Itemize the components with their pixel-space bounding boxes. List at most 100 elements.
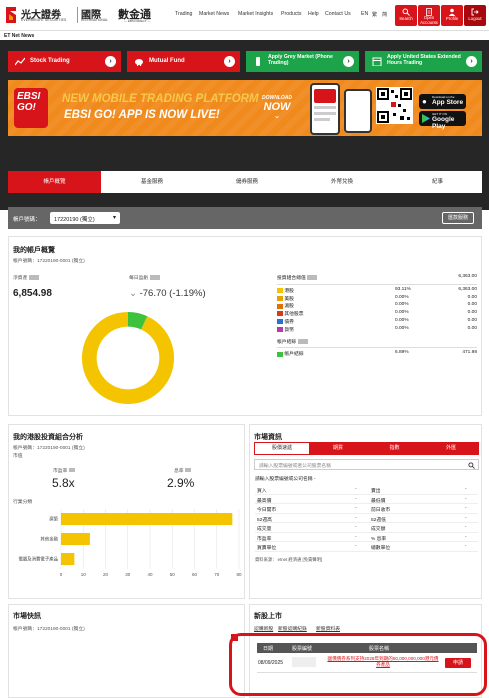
total-assets-label: 淨資產 xyxy=(13,274,39,281)
quote-label: 前日收市 xyxy=(371,508,391,513)
tab-fund-services[interactable]: 基金服務 xyxy=(108,171,196,193)
nav-products[interactable]: Products xyxy=(281,11,301,17)
news-ticker-bar: ET Net News xyxy=(0,30,489,40)
cash-value: 471.98 xyxy=(462,350,477,356)
tab-index[interactable]: 指數 xyxy=(366,442,423,455)
pe-label: 市盈率 xyxy=(53,467,75,474)
quote-row: 最高價 - 最低價 - xyxy=(255,495,478,504)
asset-value: 0.00 xyxy=(467,317,477,323)
asset-pct: 0.00% xyxy=(395,317,409,323)
yield-label: 息率 xyxy=(174,467,191,474)
nav-market-news[interactable]: Market News xyxy=(199,11,229,17)
stock-trading-label: Stock Trading xyxy=(30,58,70,64)
quote-value: - xyxy=(465,506,467,511)
mutual-fund-label: Mutual Fund xyxy=(149,58,185,64)
legend-swatch xyxy=(277,311,283,317)
lang-en[interactable]: EN xyxy=(361,11,368,17)
mutual-fund-button[interactable]: Mutual Fund › xyxy=(127,51,240,72)
market-news-account-line: 帳戶號碼：17220190-0001 (獨立) xyxy=(13,627,85,632)
open-accounts-label: Open Accounts xyxy=(420,15,438,25)
quote-row: 今日開市 - 前日收市 - xyxy=(255,504,478,514)
google-play-icon xyxy=(422,114,430,123)
nav-help[interactable]: Help xyxy=(308,11,319,17)
quote-row: 市盈率 - % 息率 - xyxy=(255,533,478,542)
us-extended-hours-label: Apply United States Extended Hours Tradi… xyxy=(387,54,461,66)
google-play-badge[interactable]: GET IT ON Google Play xyxy=(419,111,466,130)
ipo-link-info[interactable]: 新股資料表 xyxy=(316,625,340,632)
x-tick-label: 30 xyxy=(125,572,131,577)
tab-custody-services[interactable]: 儲券服務 xyxy=(203,171,291,193)
news-ticker-label[interactable]: ET Net News xyxy=(4,33,34,39)
quote-row: 買賣單位 - 總數單位 - xyxy=(255,542,478,552)
quote-label: 成交額 xyxy=(371,527,386,532)
ipo-title: 新股上市 xyxy=(254,613,282,620)
daily-pnl-value: ⌄ -76.70 (-1.19%) xyxy=(129,288,206,299)
arrow-right-icon: › xyxy=(343,56,354,67)
app-store-badge[interactable]: ● Download on the App Store xyxy=(419,94,466,109)
x-tick-label: 0 xyxy=(60,572,63,577)
tab-fx-exchange[interactable]: 外幣兌換 xyxy=(298,171,386,193)
document-icon xyxy=(426,8,432,16)
logout-button[interactable]: Logout xyxy=(464,5,486,26)
quote-value: - xyxy=(465,496,467,502)
grey-market-button[interactable]: Apply Grey Market (Phone Trading) › xyxy=(246,51,359,72)
cash-header-row: 帳戶結餘 xyxy=(277,338,477,346)
asset-value: 6,363.00 xyxy=(458,286,477,292)
logo-intl-subtext: INTERNATIONAL xyxy=(81,18,108,22)
nav-trading[interactable]: Trading xyxy=(175,11,192,17)
calendar-icon xyxy=(372,57,382,66)
ipo-link-subscribe[interactable]: 認購新股 xyxy=(254,625,273,632)
download-now-badge: DOWNLOAD NOW ⌄ xyxy=(262,95,292,120)
open-accounts-button[interactable]: Open Accounts xyxy=(418,5,440,26)
quote-row: 成交量 - 成交額 - xyxy=(255,523,478,533)
search-button[interactable]: Search xyxy=(395,5,417,26)
quote-label: 52週低 xyxy=(371,517,386,523)
user-icon xyxy=(448,8,456,16)
tab-account-overview[interactable]: 帳戶概覽 xyxy=(8,171,101,193)
asset-value: 0.00 xyxy=(467,310,477,316)
bar xyxy=(61,513,233,525)
x-tick-label: 50 xyxy=(170,572,176,577)
overview-account-line: 帳戶號碼：17220190-0001 (獨立) xyxy=(13,259,85,264)
promo-banner[interactable]: EBSI GO! NEW MOBILE TRADING PLATFORM EBS… xyxy=(8,80,482,136)
hk-portfolio-account-line: 帳戶號碼：17220190-0001 (獨立) xyxy=(13,446,85,451)
lang-sc[interactable]: 简 xyxy=(382,11,387,18)
pe-value: 5.8x xyxy=(52,476,75,490)
legend-swatch xyxy=(277,351,283,357)
us-extended-hours-button[interactable]: Apply United States Extended Hours Tradi… xyxy=(365,51,482,72)
stock-trading-button[interactable]: Stock Trading › xyxy=(8,51,121,72)
nav-market-insights[interactable]: Market Insights xyxy=(238,11,273,17)
market-info-title: 市場資訊 xyxy=(254,434,282,441)
quote-value: - xyxy=(465,534,467,540)
dropdown-arrow-icon: ▾ xyxy=(112,215,116,221)
cash-pct: 6.89% xyxy=(395,350,409,356)
overview-title: 我的帳戶概覽 xyxy=(13,247,55,254)
quote-row: 52週高 - 52週低 - xyxy=(255,514,478,523)
ipo-link-records[interactable]: 新股認購紀錄 xyxy=(278,625,307,632)
highlight-outline xyxy=(229,633,487,696)
nav-contact-us[interactable]: Contact Us xyxy=(325,11,351,17)
quote-value: - xyxy=(465,525,467,530)
tab-stock-quote[interactable]: 股價速遞 xyxy=(254,442,310,455)
profile-button[interactable]: Profile xyxy=(441,5,463,26)
arrow-right-icon: › xyxy=(224,56,235,67)
asset-row: 其他股票 0.00% 0.00 xyxy=(277,310,477,318)
logout-icon xyxy=(471,8,479,16)
tab-records[interactable]: 紀事 xyxy=(393,171,482,193)
search-icon[interactable] xyxy=(468,462,475,469)
stock-search-input[interactable]: 請輸入股票編號或者公司股票名稱 xyxy=(254,459,479,470)
quote-label: % 息率 xyxy=(371,536,387,542)
profile-label: Profile xyxy=(445,16,459,21)
asset-name: 滬股 xyxy=(284,304,294,310)
asset-name: 貨幣 xyxy=(284,327,294,333)
bar xyxy=(61,533,90,545)
tab-forex[interactable]: 外匯 xyxy=(423,442,479,455)
remittance-button[interactable]: 匯款服務 xyxy=(442,212,474,224)
tab-futures[interactable]: 期貨 xyxy=(310,442,366,455)
assets-header-value: 6,363.00 xyxy=(458,274,477,279)
account-select[interactable]: 17220190 (獨立) ▾ xyxy=(50,212,120,224)
x-tick-label: 40 xyxy=(147,572,153,577)
logo-subtext: EVERBRIGHT SECURITIES xyxy=(21,18,67,22)
lang-tc[interactable]: 繁 xyxy=(372,11,377,18)
assets-table: 投資組合總值 6,363.00 港股 93.11% 6,363.00 美股 0.00%… xyxy=(277,274,477,358)
